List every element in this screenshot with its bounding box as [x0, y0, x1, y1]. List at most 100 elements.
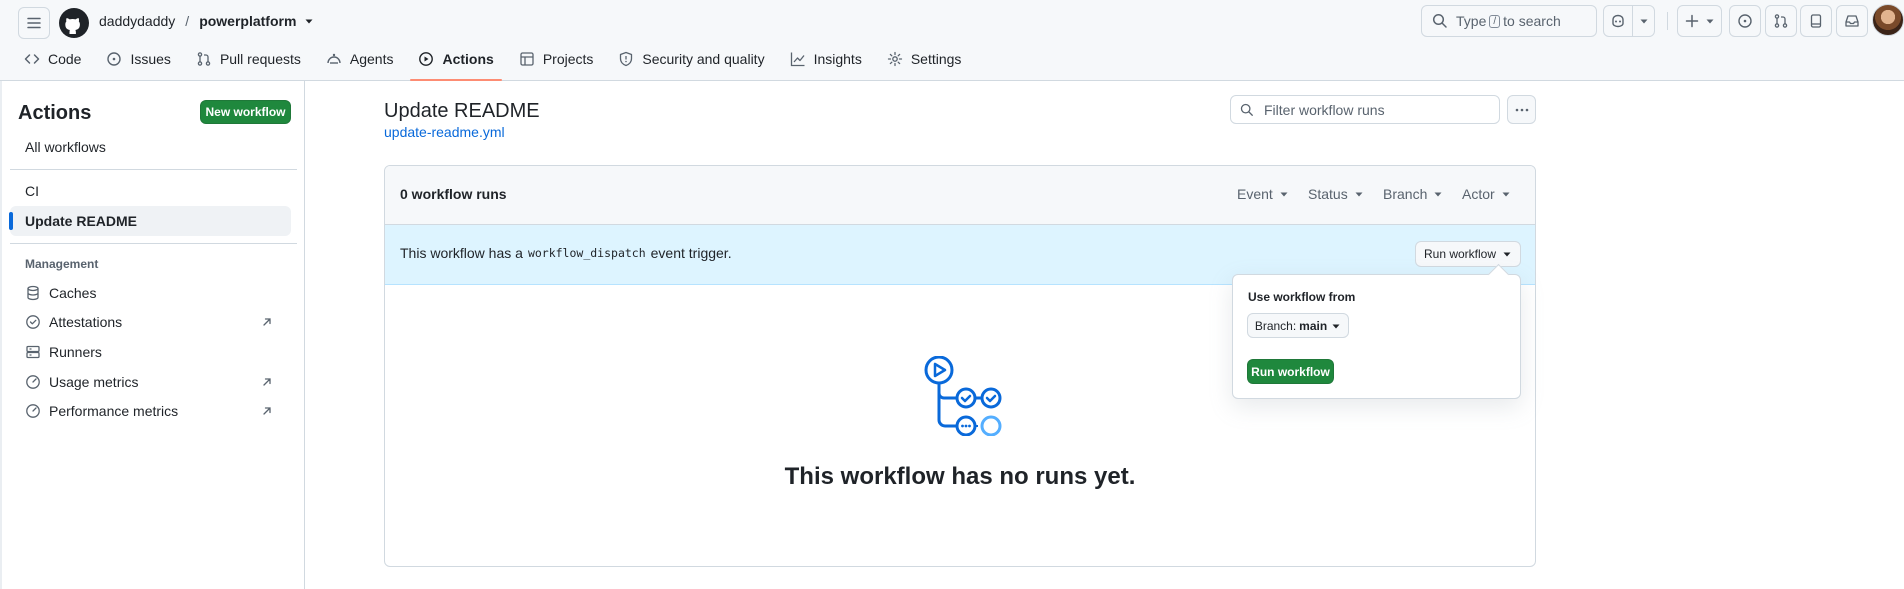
- tab-label: Projects: [542, 51, 594, 67]
- run-workflow-dropdown-button[interactable]: Run workflow: [1415, 241, 1521, 267]
- issues-button[interactable]: [1729, 5, 1761, 37]
- copilot-icon: [1611, 14, 1624, 28]
- tab-insights[interactable]: Insights: [782, 42, 870, 76]
- runs-header: 0 workflow runs Event Status Branch Acto…: [385, 166, 1535, 225]
- filter-label: Event: [1237, 186, 1273, 202]
- hamburger-icon: [27, 17, 41, 29]
- gear-icon: [887, 51, 902, 67]
- sidebar-title: Actions: [18, 102, 92, 124]
- branch-filter[interactable]: Branch: [1383, 186, 1443, 202]
- play-icon: [419, 52, 434, 66]
- use-workflow-from-label: Use workflow from: [1248, 290, 1356, 304]
- actor-filter[interactable]: Actor: [1462, 186, 1511, 202]
- sidebar-item-update-readme[interactable]: Update README: [9, 206, 291, 236]
- search-input[interactable]: Type / to search: [1421, 5, 1597, 37]
- search-icon: [1432, 13, 1447, 28]
- search-icon: [1240, 103, 1253, 116]
- meter-icon: [26, 404, 40, 418]
- git-pull-request-icon: [197, 52, 211, 66]
- tab-label: Settings: [910, 51, 962, 67]
- breadcrumb-repo[interactable]: powerplatform: [199, 13, 296, 29]
- tab-label: Pull requests: [219, 51, 301, 67]
- trigger-code: workflow_dispatch: [527, 246, 646, 260]
- triangle-down-icon: [1503, 252, 1511, 257]
- issue-opened-icon: [1738, 14, 1752, 28]
- new-workflow-button[interactable]: New workflow: [200, 100, 291, 124]
- filter-label: Status: [1308, 186, 1348, 202]
- sidebar-item-label: Performance metrics: [49, 403, 179, 419]
- empty-state-title: This workflow has no runs yet.: [784, 463, 1136, 490]
- branch-value: main: [1299, 318, 1328, 333]
- run-workflow-popover: Use workflow from Branch: main Run workf…: [1232, 274, 1521, 399]
- workflow-file-link[interactable]: update-readme.yml: [384, 124, 505, 140]
- triangle-down-icon[interactable]: [304, 16, 314, 26]
- workflow-illustration-icon: [924, 356, 1002, 436]
- arrow-up-right-icon: [263, 378, 271, 386]
- sidebar-divider: [10, 169, 297, 170]
- copilot-button[interactable]: [1603, 5, 1655, 37]
- tab-code[interactable]: Code: [16, 42, 89, 76]
- sidebar-item-all-workflows[interactable]: All workflows: [10, 132, 291, 162]
- pull-requests-button[interactable]: [1765, 5, 1797, 37]
- sidebar-item-label: CI: [25, 183, 39, 199]
- triangle-down-icon: [1502, 192, 1510, 197]
- tab-agents[interactable]: Agents: [318, 42, 402, 76]
- filter-label: Actor: [1462, 186, 1495, 202]
- tab-label: Issues: [130, 51, 171, 67]
- menu-button[interactable]: [18, 7, 50, 39]
- meter-icon: [26, 375, 40, 389]
- sidebar-item-attestations[interactable]: Attestations: [10, 307, 291, 337]
- run-workflow-dropdown-label: Run workflow: [1423, 247, 1497, 261]
- top-bar: daddydaddy / powerplatform Type / to sea…: [0, 0, 1904, 40]
- tab-pull-requests[interactable]: Pull requests: [188, 42, 309, 76]
- git-pull-request-icon: [1774, 14, 1788, 28]
- sidebar-item-usage-metrics[interactable]: Usage metrics: [10, 367, 291, 397]
- filter-runs-input[interactable]: Filter workflow runs: [1230, 95, 1500, 124]
- sidebar-item-performance-metrics[interactable]: Performance metrics: [10, 396, 291, 426]
- triangle-down-icon: [1434, 192, 1442, 197]
- tab-label: Security and quality: [642, 51, 765, 67]
- tab-security[interactable]: Security and quality: [610, 42, 772, 76]
- page-title: Update README: [384, 100, 540, 122]
- agents-icon: [327, 53, 341, 64]
- tab-label: Code: [48, 51, 82, 67]
- search-prefix: Type: [1456, 13, 1487, 29]
- shield-icon: [620, 51, 633, 67]
- repo-tabs: Code Issues Pull requests Agents Actions…: [16, 42, 978, 81]
- trigger-message: This workflow has a workflow_dispatch ev…: [400, 245, 732, 261]
- run-workflow-button[interactable]: Run workflow: [1247, 359, 1334, 384]
- repo-icon: [1810, 14, 1822, 28]
- tab-projects[interactable]: Projects: [511, 42, 602, 76]
- search-suffix: to search: [1503, 13, 1561, 29]
- status-filter[interactable]: Status: [1308, 186, 1364, 202]
- tab-issues[interactable]: Issues: [98, 42, 178, 76]
- tab-label: Actions: [442, 51, 494, 67]
- sidebar-item-runners[interactable]: Runners: [10, 337, 291, 367]
- sidebar-item-caches[interactable]: Caches: [10, 278, 291, 308]
- search-shortcut-key: /: [1489, 14, 1501, 28]
- repositories-button[interactable]: [1800, 5, 1832, 37]
- github-logo-icon[interactable]: [58, 7, 90, 39]
- filter-label: Branch: [1383, 186, 1428, 202]
- branch-select-button[interactable]: Branch: main: [1247, 313, 1349, 338]
- tab-actions[interactable]: Actions: [410, 42, 503, 81]
- plus-icon: [1685, 14, 1698, 28]
- runs-count: 0 workflow runs: [400, 186, 507, 202]
- triangle-down-icon: [1332, 324, 1340, 328]
- triangle-down-icon: [1640, 19, 1647, 24]
- create-new-button[interactable]: [1677, 5, 1722, 37]
- sidebar-item-ci[interactable]: CI: [10, 176, 291, 206]
- more-options-button[interactable]: [1507, 95, 1536, 124]
- tab-settings[interactable]: Settings: [879, 42, 970, 76]
- triangle-down-icon: [1280, 192, 1288, 197]
- code-icon: [24, 54, 40, 64]
- inbox-icon: [1845, 15, 1859, 27]
- inbox-button[interactable]: [1836, 5, 1868, 37]
- triangle-down-icon: [1355, 192, 1363, 197]
- issue-opened-icon: [107, 52, 122, 66]
- sidebar-item-label: Attestations: [49, 314, 123, 330]
- event-filter[interactable]: Event: [1237, 186, 1289, 202]
- arrow-up-right-icon: [263, 407, 271, 415]
- breadcrumb-owner[interactable]: daddydaddy: [99, 13, 175, 29]
- avatar[interactable]: [1872, 4, 1904, 36]
